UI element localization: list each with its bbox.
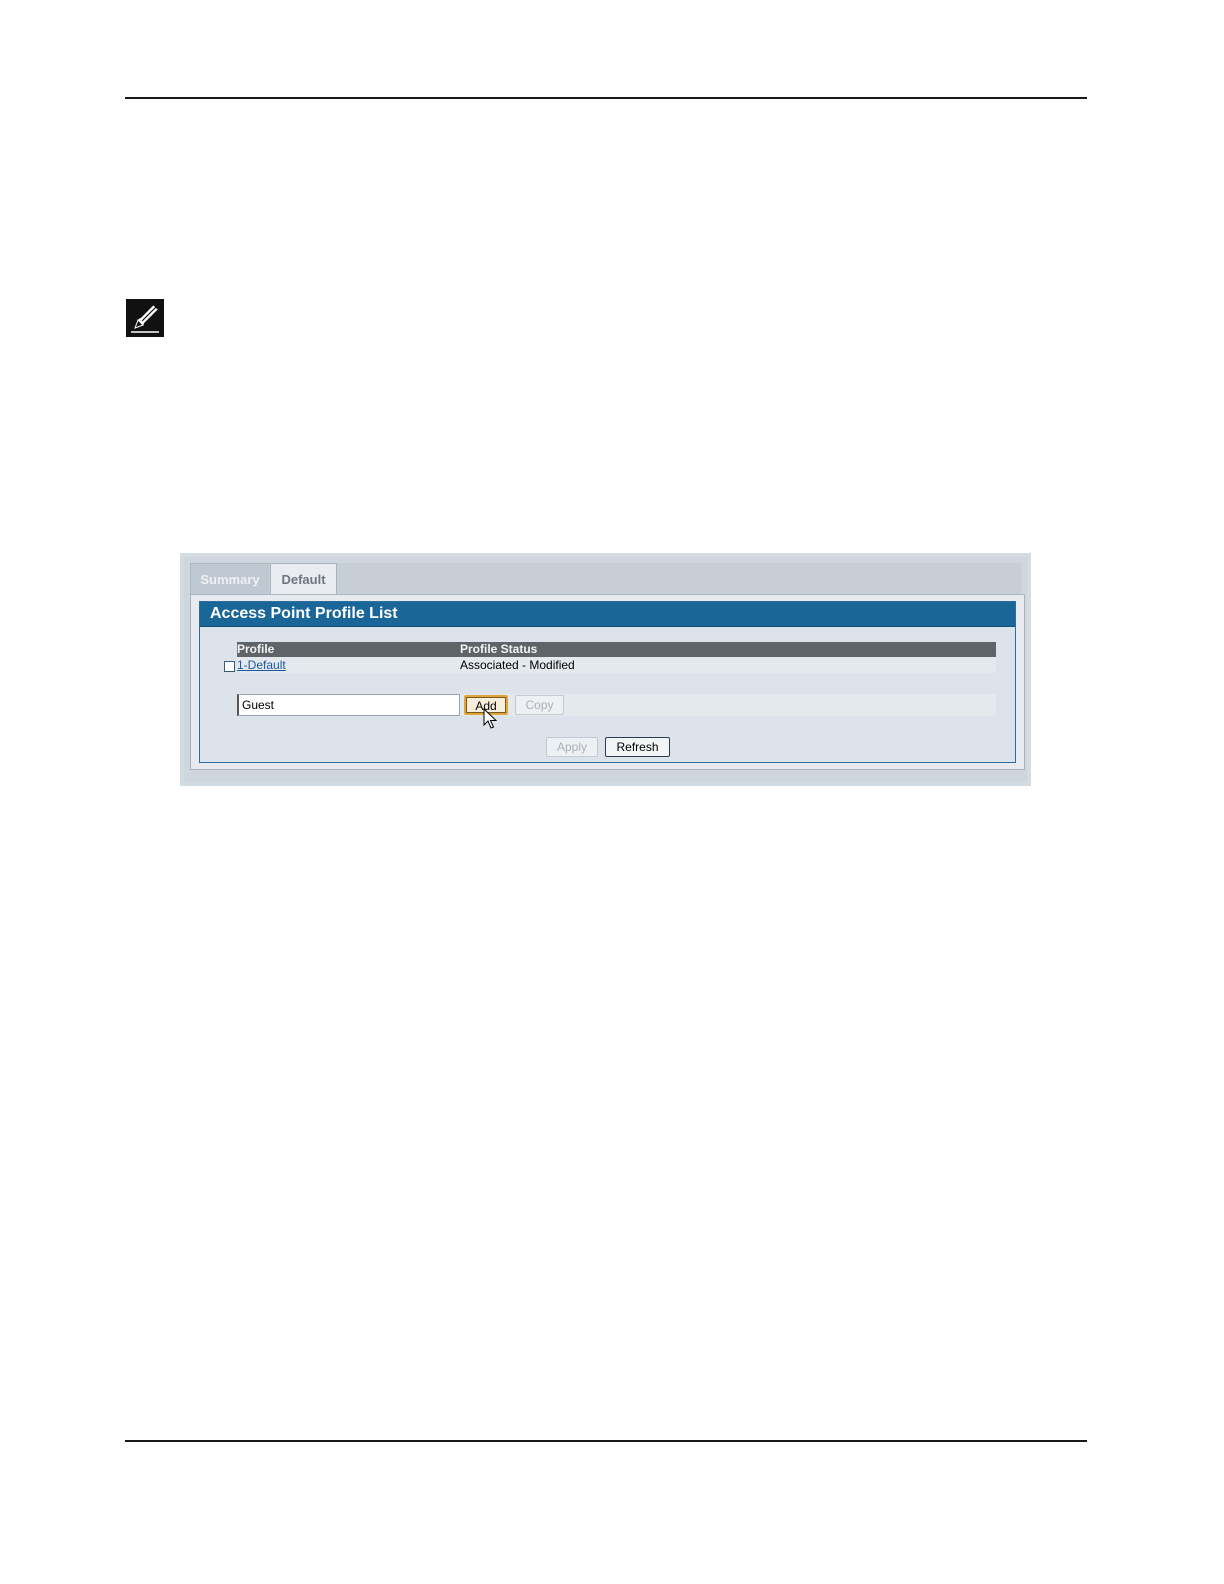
profile-link[interactable]: 1-Default xyxy=(237,657,286,673)
content-frame: Access Point Profile List Profile Profil… xyxy=(190,594,1025,770)
tab-bar: Summary Default xyxy=(190,563,1021,595)
profile-status: Associated - Modified xyxy=(460,658,575,672)
header-rule xyxy=(125,97,1087,99)
refresh-button[interactable]: Refresh xyxy=(605,737,670,757)
row-select-checkbox[interactable] xyxy=(224,661,235,672)
note-pencil-icon xyxy=(126,299,164,337)
tab-default[interactable]: Default xyxy=(270,563,337,594)
column-header-profile-status: Profile Status xyxy=(460,642,538,656)
profile-name-input[interactable]: Guest xyxy=(237,694,460,716)
copy-button[interactable]: Copy xyxy=(515,695,564,715)
table-header: Profile Profile Status xyxy=(237,642,996,657)
mouse-pointer-icon xyxy=(483,707,498,735)
panel-title: Access Point Profile List xyxy=(200,602,1015,627)
table-row: 1-Default Associated - Modified xyxy=(237,657,996,673)
add-profile-row: Guest Add Copy xyxy=(237,694,996,716)
apply-button[interactable]: Apply xyxy=(546,737,598,757)
footer-rule xyxy=(125,1440,1087,1442)
profile-list-panel: Access Point Profile List Profile Profil… xyxy=(199,601,1016,763)
app-window: Summary Default Access Point Profile Lis… xyxy=(184,557,1027,782)
tab-summary[interactable]: Summary xyxy=(190,563,269,594)
profile-table: Profile Profile Status 1-Default Associa… xyxy=(237,642,996,673)
screenshot-panel: Summary Default Access Point Profile Lis… xyxy=(180,553,1031,786)
column-header-profile: Profile xyxy=(237,642,275,656)
